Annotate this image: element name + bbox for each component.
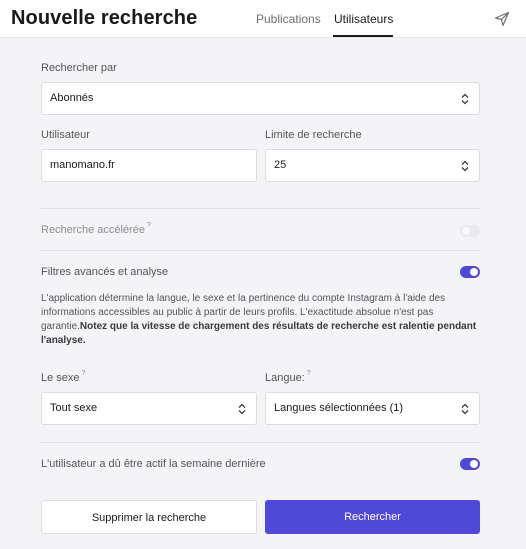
help-icon[interactable]: ? bbox=[82, 370, 86, 377]
language-label: Langue:? bbox=[265, 370, 311, 384]
active-last-week-label: L'utilisateur a dû être actif la semaine… bbox=[41, 458, 266, 470]
clear-search-button[interactable]: Supprimer la recherche bbox=[41, 500, 257, 534]
limit-value: 25 bbox=[274, 159, 287, 171]
gender-select[interactable]: Tout sexe bbox=[41, 392, 257, 425]
chevron-updown-icon bbox=[461, 93, 469, 105]
gender-label: Le sexe? bbox=[41, 370, 86, 384]
gender-value: Tout sexe bbox=[50, 402, 98, 414]
send-icon[interactable] bbox=[494, 11, 510, 27]
advanced-filters-description: L'application détermine la langue, le se… bbox=[41, 293, 477, 346]
tab-publications[interactable]: Publications bbox=[256, 12, 321, 26]
chevron-updown-icon bbox=[461, 403, 469, 415]
advanced-filters-toggle[interactable] bbox=[460, 266, 480, 278]
user-input[interactable]: manomano.fr bbox=[41, 149, 257, 182]
search-by-label: Rechercher par bbox=[41, 62, 117, 74]
language-select[interactable]: Langues sélectionnées (1) bbox=[265, 392, 480, 425]
advanced-filters-label: Filtres avancés et analyse bbox=[41, 266, 169, 278]
divider bbox=[41, 208, 480, 209]
accelerated-search-label: Recherche accélérée? bbox=[41, 222, 151, 236]
language-value: Langues sélectionnées (1) bbox=[274, 402, 404, 414]
limit-label: Limite de recherche bbox=[265, 129, 362, 141]
active-last-week-toggle[interactable] bbox=[460, 458, 480, 470]
tab-utilisateurs[interactable]: Utilisateurs bbox=[334, 12, 393, 26]
divider bbox=[41, 250, 480, 251]
chevron-updown-icon bbox=[461, 160, 469, 172]
chevron-updown-icon bbox=[238, 403, 246, 415]
active-tab-indicator bbox=[333, 35, 393, 37]
divider bbox=[41, 442, 480, 443]
user-input-value: manomano.fr bbox=[50, 159, 115, 171]
search-by-select[interactable]: Abonnés bbox=[41, 82, 480, 115]
header-bar: Nouvelle recherche Publications Utilisat… bbox=[0, 0, 526, 38]
limit-select[interactable]: 25 bbox=[265, 149, 480, 182]
user-label: Utilisateur bbox=[41, 129, 90, 141]
search-by-value: Abonnés bbox=[50, 92, 94, 104]
help-icon[interactable]: ? bbox=[307, 370, 311, 377]
page-title: Nouvelle recherche bbox=[11, 7, 198, 29]
search-button[interactable]: Rechercher bbox=[265, 500, 480, 534]
help-icon[interactable]: ? bbox=[147, 222, 151, 229]
accelerated-search-toggle[interactable] bbox=[460, 225, 480, 237]
